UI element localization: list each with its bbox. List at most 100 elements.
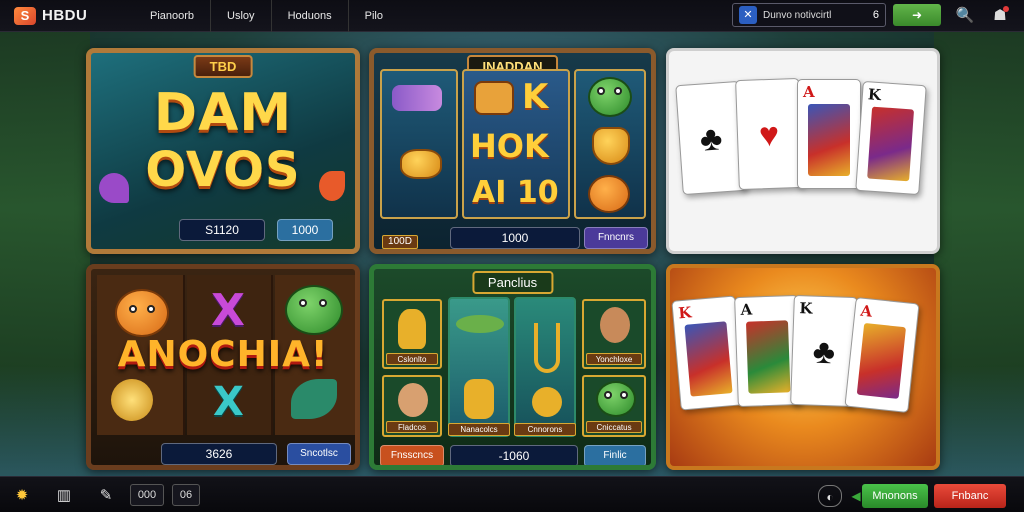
logo-text: HBDU (42, 7, 88, 24)
bottom-bar: ✹ ▥ ✎ 000 06 ◐ ◀ Mnonons Fnbanc (0, 476, 1024, 512)
main-nav: Pianoorb Usloy Hoduons Pilo (134, 0, 399, 32)
game-tile-cards-bottom[interactable]: K A K ♣ A (666, 264, 940, 470)
reel-fish (448, 297, 510, 437)
fish-king-icon (115, 289, 169, 337)
reel-symbol-x1: X (211, 285, 245, 336)
coin-stack-icon (111, 379, 153, 421)
nav-item-2[interactable]: Usloy (210, 0, 271, 32)
arrow-icon: ➜ (911, 8, 923, 22)
logo-mark-icon: S (14, 6, 36, 25)
club-icon: ♣ (698, 119, 724, 159)
idol-icon (398, 309, 426, 349)
nav-item-4[interactable]: Pilo (347, 0, 399, 32)
counter-box-2[interactable]: 06 (172, 484, 200, 506)
counter-box-1[interactable]: 000 (130, 484, 164, 506)
search-brand-icon: ✕ (739, 6, 757, 24)
deposit-button[interactable]: ➜ (893, 4, 941, 26)
card-rank: K (677, 303, 693, 323)
bell-icon[interactable]: ☗ (990, 6, 1010, 26)
card-rank: A (803, 83, 815, 101)
game-tile-cards-top[interactable]: A ♣ A ♥ A K (666, 48, 940, 254)
bell-idol-icon (592, 127, 630, 165)
queen-face-icon (856, 322, 907, 399)
card-2: A ♥ (735, 77, 803, 191)
symbol-label: Yonchloxe (586, 353, 642, 365)
card-rank: A (740, 300, 753, 319)
play-button[interactable]: Fnncnrs (584, 227, 648, 249)
frog-icon (596, 381, 636, 417)
bet-amount: -1060 (450, 445, 578, 465)
gold-icon (532, 387, 562, 417)
top-bar: S HBDU Pianoorb Usloy Hoduons Pilo ✕ Dun… (0, 0, 1024, 32)
symbol-frame-2: Fladcos (382, 375, 442, 437)
king-face-icon (867, 106, 915, 182)
bet-amount: S1120 (179, 219, 265, 241)
card-rank: A (741, 83, 754, 102)
game-tile-dam-ovos[interactable]: TBD DAM OVOS S1120 1000 (86, 48, 360, 254)
leaf-icon (319, 171, 345, 201)
symbol-frame-4: Cniccatus (582, 375, 646, 437)
reel-left (380, 69, 458, 219)
card-rank: K (867, 85, 882, 105)
search-text: Dunvo notivcirtl (763, 9, 832, 21)
edit-icon[interactable]: ✎ (94, 485, 118, 507)
portrait-icon (600, 307, 630, 343)
symbol-label: Cniccatus (586, 421, 642, 433)
play-button[interactable]: Sncotlsc (287, 443, 351, 465)
notification-dot (1003, 6, 1009, 12)
symbol-label: Fladcos (386, 421, 438, 433)
red-action-button[interactable]: Fnbanc (934, 484, 1006, 508)
heart-icon: ♥ (758, 115, 780, 155)
fish-icon (400, 149, 442, 179)
game-tile-anochia[interactable]: X X ANOCHIA! 3626 Sncotlsc (86, 264, 360, 470)
reel-hook (514, 297, 576, 437)
treasure-icon (474, 81, 514, 115)
card-rank: A (681, 88, 695, 107)
card-rank: A (859, 301, 874, 321)
chart-icon[interactable]: ▥ (52, 485, 76, 507)
play-button[interactable]: 1000 (277, 219, 333, 241)
search-input[interactable]: ✕ Dunvo notivcirtl 6 (732, 3, 886, 27)
play-button[interactable]: Finlic (584, 445, 646, 465)
symbol-frame-1: Cslonlto (382, 299, 442, 369)
flower-icon (99, 173, 129, 203)
game-title: ANOCHIA! (117, 334, 329, 375)
nav-item-3[interactable]: Hoduons (270, 0, 348, 32)
card-4: K (855, 80, 927, 196)
card-rank: K (799, 299, 813, 318)
king-face-icon (684, 321, 733, 397)
hammer-icon (464, 379, 494, 419)
jester-face-icon (745, 320, 791, 394)
sun-icon[interactable]: ✹ (10, 485, 34, 507)
nav-item-1[interactable]: Pianoorb (134, 0, 210, 32)
monkey-icon (588, 175, 630, 213)
logo[interactable]: S HBDU (14, 6, 114, 25)
leaf-icon (291, 379, 337, 419)
fish-icon (456, 315, 504, 333)
reel-center: K HOK AI 10 (462, 69, 570, 219)
toggle-icon[interactable]: ◐ (818, 485, 842, 507)
symbol-label: Cnnorons (514, 423, 576, 436)
portrait-icon (398, 383, 428, 417)
card-4: A (844, 296, 920, 414)
reel-right (574, 69, 646, 219)
corner-label: 100D (382, 235, 418, 249)
left-button[interactable]: Fnsscncs (380, 445, 444, 465)
game-badge: Panclius (471, 271, 554, 294)
symbol-label: Nanacolcs (448, 423, 510, 436)
search-icon[interactable]: 🔍 (955, 6, 975, 26)
hook-icon (534, 323, 560, 373)
game-title-line1: DAM (153, 83, 293, 143)
reel-symbol-2: HOK (470, 127, 549, 165)
frog-icon (588, 77, 632, 117)
game-badge: TBD (193, 55, 253, 78)
bet-amount: 3626 (161, 443, 277, 465)
game-tile-reels[interactable]: INADDAN K HOK AI 10 100D 1000 Fnncnrs (369, 48, 656, 254)
search-count: 6 (872, 9, 879, 21)
green-action-button[interactable]: Mnonons (862, 484, 928, 508)
game-tile-panclus[interactable]: Panclius Cslonlto Fladcos Yonchloxe Cnic… (369, 264, 656, 470)
frog-icon (285, 285, 343, 335)
reel-symbol-x2: X (213, 379, 244, 425)
reel-symbol-1: K (522, 77, 549, 117)
symbol-frame-3: Yonchloxe (582, 299, 646, 369)
